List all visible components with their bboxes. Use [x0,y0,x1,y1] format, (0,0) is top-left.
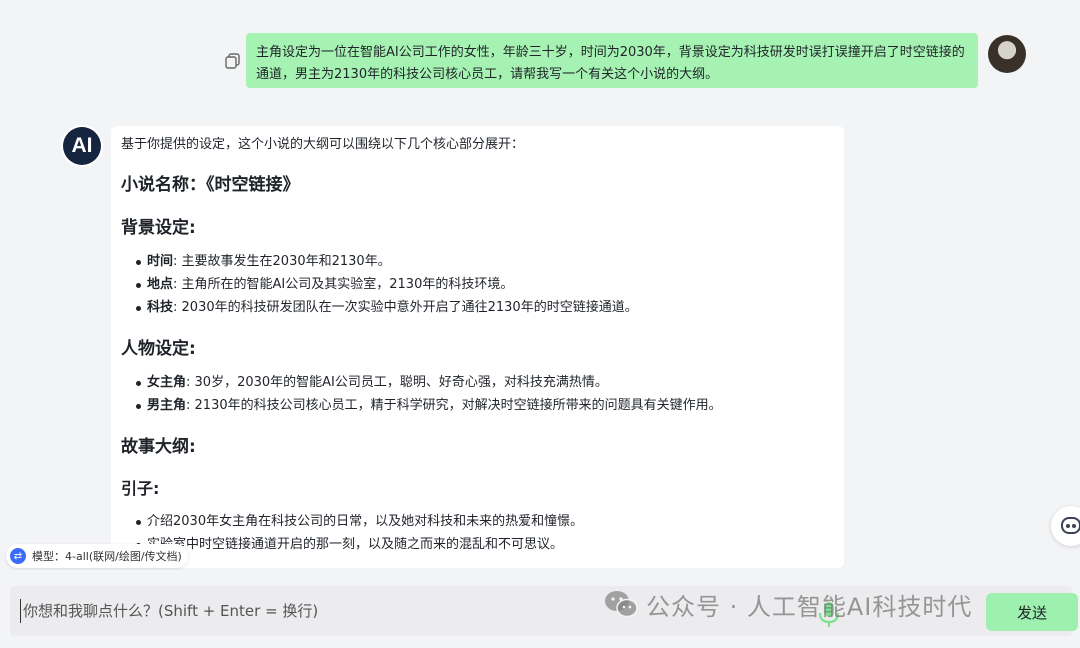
list-item: 介绍2030年女主角在科技公司的日常，以及她对科技和未来的热爱和憧憬。 [121,510,834,533]
background-heading: 背景设定: [121,218,196,238]
characters-list: 女主角: 30岁，2030年的智能AI公司员工，聪明、好奇心强，对科技充满热情。… [121,371,834,417]
list-item-text: 介绍2030年女主角在科技公司的日常，以及她对科技和未来的热爱和憧憬。 [147,514,584,529]
input-area: 发送 [0,570,1080,648]
user-message-bubble: 主角设定为一位在智能AI公司工作的女性，年龄三十岁，时间为2030年，背景设定为… [246,33,978,88]
list-item-text: : 2030年的科技研发团队在一次实验中意外开启了通往2130年的时空链接通道。 [173,300,638,315]
user-message-row: 主角设定为一位在智能AI公司工作的女性，年龄三十岁，时间为2030年，背景设定为… [0,32,1080,92]
list-item-text: : 主角所在的智能AI公司及其实验室，2130年的科技环境。 [173,277,514,292]
chat-input[interactable] [20,599,600,623]
send-button[interactable]: 发送 [986,593,1078,631]
list-item-term: 男主角 [147,398,187,413]
ai-intro-text: 基于你提供的设定，这个小说的大纲可以围绕以下几个核心部分展开： [121,137,525,152]
novel-title-heading: 小说名称：《时空链接》 [121,175,300,195]
ai-avatar: AI [63,127,101,165]
prologue-list: 介绍2030年女主角在科技公司的日常，以及她对科技和未来的热爱和憧憬。 实验室中… [121,510,834,556]
list-item-text: : 30岁，2030年的智能AI公司员工，聪明、好奇心强，对科技充满热情。 [186,375,608,390]
list-item-term: 女主角 [147,375,187,390]
ai-response-card: 基于你提供的设定，这个小说的大纲可以围绕以下几个核心部分展开： 小说名称：《时空… [111,126,844,568]
background-list: 时间: 主要故事发生在2030年和2130年。 地点: 主角所在的智能AI公司及… [121,250,834,319]
list-item-text: 实验室中时空链接通道开启的那一刻，以及随之而来的混乱和不可思议。 [147,537,564,552]
copy-icon[interactable] [224,52,242,70]
user-avatar [988,35,1026,73]
list-item: 男主角: 2130年的科技公司核心员工，精于科学研究，对解决时空链接所带来的问题… [121,394,834,417]
assistant-bot-button[interactable] [1051,506,1080,546]
list-item-text: : 2130年的科技公司核心员工，精于科学研究，对解决时空链接所带来的问题具有关… [186,398,722,413]
list-item-term: 时间 [147,254,174,269]
story-heading: 故事大纲: [121,437,196,457]
list-item: 时间: 主要故事发生在2030年和2130年。 [121,250,834,273]
switch-icon: ⇄ [10,548,26,564]
model-selector[interactable]: ⇄ 模型：4-all(联网/绘图/传文档) [6,544,188,568]
prologue-heading: 引子: [121,479,160,498]
bot-eye-icon [1066,524,1070,528]
characters-heading: 人物设定: [121,339,196,359]
chat-input-box: 发送 [10,586,1078,636]
bot-face-icon [1061,517,1080,534]
list-item-text: : 主要故事发生在2030年和2130年。 [173,254,391,269]
list-item-term: 地点 [147,277,174,292]
list-item: 科技: 2030年的科技研发团队在一次实验中意外开启了通往2130年的时空链接通… [121,296,834,319]
bot-eye-icon [1072,524,1076,528]
list-item: 地点: 主角所在的智能AI公司及其实验室，2130年的科技环境。 [121,273,834,296]
list-item-term: 科技 [147,300,174,315]
microphone-icon[interactable] [816,600,842,628]
list-item: 实验室中时空链接通道开启的那一刻，以及随之而来的混乱和不可思议。 [121,533,834,556]
list-item: 女主角: 30岁，2030年的智能AI公司员工，聪明、好奇心强，对科技充满热情。 [121,371,834,394]
model-label: 模型：4-all(联网/绘图/传文档) [32,550,182,563]
